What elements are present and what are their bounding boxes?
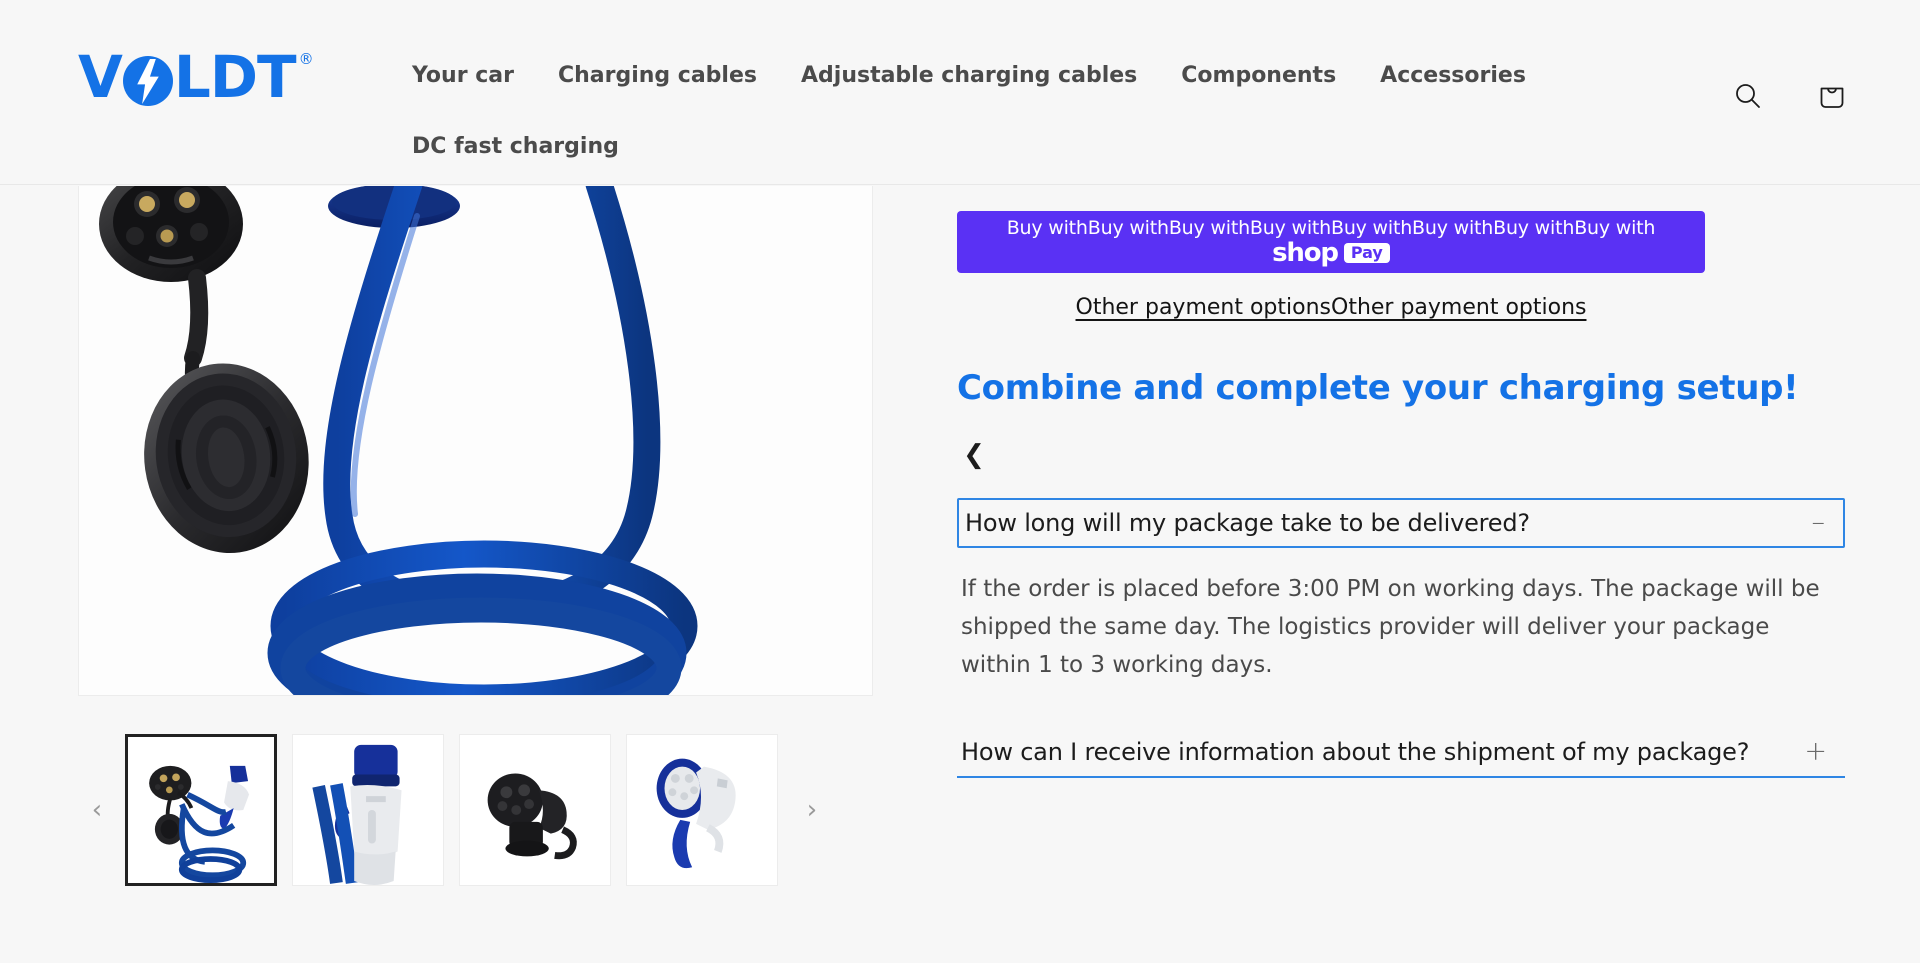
shop-pay-logo: shop Pay	[1272, 240, 1390, 266]
thumbnail-prev-button[interactable]: ‹	[78, 791, 116, 829]
shop-pay-label: Buy withBuy withBuy withBuy withBuy with…	[1006, 217, 1656, 239]
header-actions	[1730, 78, 1850, 114]
product-main-image[interactable]	[78, 186, 873, 696]
minus-icon: –	[1811, 507, 1826, 538]
other-payment-options-link[interactable]: Other payment optionsOther payment optio…	[1076, 295, 1587, 320]
faq-divider	[957, 690, 1845, 728]
product-page: V LDT ® Your car Charging cables Adjusta…	[0, 0, 1920, 963]
registered-trademark-icon: ®	[298, 50, 314, 68]
faq-item-1-question: How long will my package take to be deli…	[965, 509, 1530, 537]
thumbnail-4[interactable]	[626, 734, 778, 886]
thumbnail-1-image	[128, 737, 274, 883]
faq-item-1: How long will my package take to be deli…	[957, 498, 1845, 690]
thumbnail-next-button[interactable]: ›	[793, 791, 831, 829]
thumbnail-2[interactable]	[292, 734, 444, 886]
logo-letters-ldt: LDT	[173, 43, 297, 111]
product-info-column: Buy withBuy withBuy withBuy withBuy with…	[957, 186, 1845, 778]
logo-letter-v: V	[78, 43, 123, 111]
thumbnail-3-image	[460, 735, 610, 885]
lightning-bolt-icon	[137, 59, 159, 104]
faq-item-2-header[interactable]: How can I receive information about the …	[957, 728, 1845, 778]
logo-bolt-icon	[122, 52, 173, 106]
thumbnail-4-image	[627, 735, 777, 885]
plus-icon: +	[1804, 736, 1827, 767]
brand-logo[interactable]: V LDT ®	[78, 48, 314, 106]
site-header: V LDT ® Your car Charging cables Adjusta…	[0, 0, 1920, 185]
nav-item-dc-fast-charging[interactable]: DC fast charging	[412, 111, 619, 182]
charging-cable-photo	[79, 186, 872, 695]
search-icon[interactable]	[1730, 78, 1766, 114]
nav-item-charging-cables[interactable]: Charging cables	[558, 40, 757, 111]
nav-item-accessories[interactable]: Accessories	[1380, 40, 1526, 111]
shopping-bag-icon[interactable]	[1814, 78, 1850, 114]
logo-wordmark: V LDT	[78, 43, 297, 111]
combine-carousel-prev-button[interactable]: ❮	[957, 438, 991, 472]
combine-heading: Combine and complete your charging setup…	[957, 368, 1799, 408]
thumbnail-3[interactable]	[459, 734, 611, 886]
thumbnail-2-image	[293, 735, 443, 885]
shop-pay-badge: Pay	[1343, 243, 1390, 263]
main-navigation: Your car Charging cables Adjustable char…	[412, 40, 1592, 182]
faq-item-2-question: How can I receive information about the …	[961, 738, 1750, 766]
faq-item-1-answer: If the order is placed before 3:00 PM on…	[961, 576, 1820, 678]
thumbnail-carousel: ‹ ›	[78, 730, 878, 890]
nav-item-your-car[interactable]: Your car	[412, 40, 514, 111]
faq-item-1-header[interactable]: How long will my package take to be deli…	[957, 498, 1845, 548]
thumbnail-1[interactable]	[125, 734, 277, 886]
shop-pay-wordmark: shop	[1272, 238, 1339, 268]
shop-pay-button[interactable]: Buy withBuy withBuy withBuy withBuy with…	[957, 211, 1705, 273]
nav-item-adjustable-charging-cables[interactable]: Adjustable charging cables	[801, 40, 1137, 111]
product-gallery	[78, 186, 873, 696]
faq-accordion: How long will my package take to be deli…	[957, 498, 1845, 778]
nav-item-components[interactable]: Components	[1181, 40, 1336, 111]
other-payment-options: Other payment optionsOther payment optio…	[957, 295, 1705, 320]
faq-item-2: How can I receive information about the …	[957, 728, 1845, 778]
